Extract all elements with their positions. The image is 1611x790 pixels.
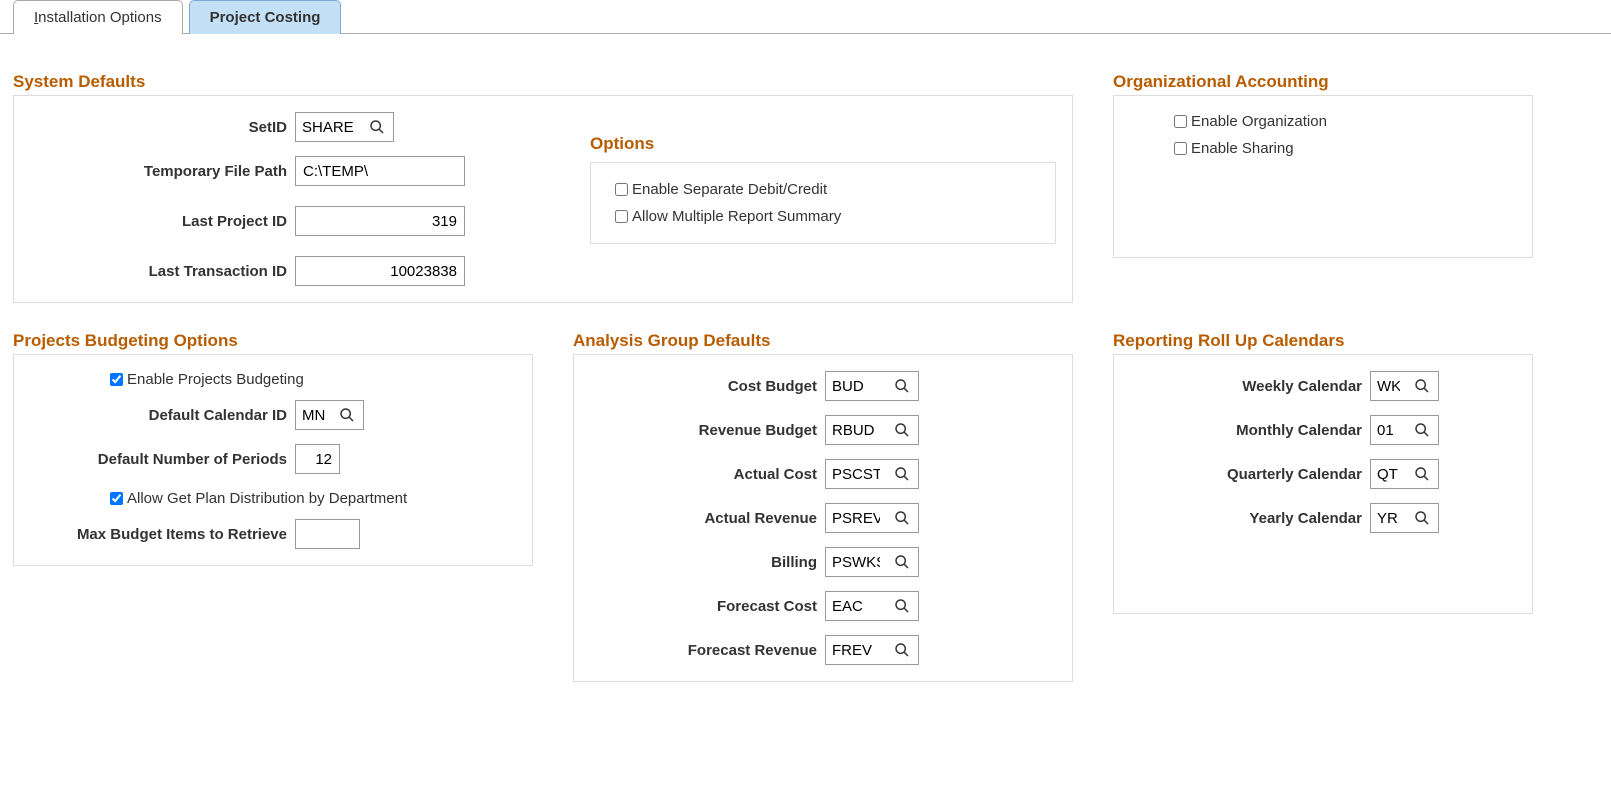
actual-revenue-lookup bbox=[825, 503, 919, 533]
actual-revenue-value[interactable] bbox=[826, 504, 886, 532]
label-set-id: SetID bbox=[30, 119, 295, 136]
section-title-budgeting: Projects Budgeting Options bbox=[13, 331, 533, 351]
tab-label: Project Costing bbox=[210, 9, 321, 26]
enable-separate-debit-credit-label: Enable Separate Debit/Credit bbox=[632, 181, 827, 198]
label-yearly-calendar: Yearly Calendar bbox=[1130, 510, 1370, 527]
search-icon[interactable] bbox=[886, 554, 918, 570]
forecast-cost-value[interactable] bbox=[826, 592, 886, 620]
enable-projects-budgeting-checkbox[interactable] bbox=[110, 373, 123, 386]
label-max-budget-items: Max Budget Items to Retrieve bbox=[30, 526, 295, 543]
quarterly-calendar-lookup bbox=[1370, 459, 1439, 489]
set-id-value[interactable] bbox=[296, 113, 361, 141]
search-icon[interactable] bbox=[1406, 466, 1438, 482]
default-calendar-id-lookup bbox=[295, 400, 364, 430]
tab-label-rest: nstallation Options bbox=[38, 9, 161, 26]
label-monthly-calendar: Monthly Calendar bbox=[1130, 422, 1370, 439]
search-icon[interactable] bbox=[1406, 510, 1438, 526]
default-calendar-id-value[interactable] bbox=[296, 401, 331, 429]
forecast-revenue-lookup bbox=[825, 635, 919, 665]
set-id-lookup bbox=[295, 112, 394, 142]
label-last-project-id: Last Project ID bbox=[30, 213, 295, 230]
label-forecast-cost: Forecast Cost bbox=[590, 598, 825, 615]
search-icon[interactable] bbox=[886, 466, 918, 482]
label-default-calendar-id: Default Calendar ID bbox=[30, 407, 295, 424]
label-default-periods: Default Number of Periods bbox=[30, 451, 295, 468]
search-icon[interactable] bbox=[886, 510, 918, 526]
yearly-calendar-value[interactable] bbox=[1371, 504, 1406, 532]
tab-installation-options[interactable]: Installation Options bbox=[13, 0, 183, 34]
section-title-analysis: Analysis Group Defaults bbox=[573, 331, 1073, 351]
billing-lookup bbox=[825, 547, 919, 577]
revenue-budget-lookup bbox=[825, 415, 919, 445]
forecast-cost-lookup bbox=[825, 591, 919, 621]
allow-multiple-report-summary-checkbox[interactable] bbox=[615, 210, 628, 223]
label-cost-budget: Cost Budget bbox=[590, 378, 825, 395]
yearly-calendar-lookup bbox=[1370, 503, 1439, 533]
temp-file-path-input[interactable] bbox=[295, 156, 465, 186]
section-title-org-accounting: Organizational Accounting bbox=[1113, 72, 1533, 92]
enable-organization-label: Enable Organization bbox=[1191, 113, 1327, 130]
label-forecast-revenue: Forecast Revenue bbox=[590, 642, 825, 659]
search-icon[interactable] bbox=[886, 422, 918, 438]
page-content: System Defaults SetID Tempora bbox=[0, 34, 1611, 712]
tab-project-costing[interactable]: Project Costing bbox=[189, 0, 342, 34]
label-revenue-budget: Revenue Budget bbox=[590, 422, 825, 439]
enable-separate-debit-credit-checkbox[interactable] bbox=[615, 183, 628, 196]
enable-projects-budgeting-label: Enable Projects Budgeting bbox=[127, 371, 304, 388]
section-title-system-defaults: System Defaults bbox=[13, 72, 1073, 92]
max-budget-items-input[interactable] bbox=[295, 519, 360, 549]
label-actual-revenue: Actual Revenue bbox=[590, 510, 825, 527]
revenue-budget-value[interactable] bbox=[826, 416, 886, 444]
last-transaction-id-input[interactable] bbox=[295, 256, 465, 286]
forecast-revenue-value[interactable] bbox=[826, 636, 886, 664]
actual-cost-value[interactable] bbox=[826, 460, 886, 488]
label-weekly-calendar: Weekly Calendar bbox=[1130, 378, 1370, 395]
search-icon[interactable] bbox=[886, 642, 918, 658]
inner-title-options: Options bbox=[590, 134, 1056, 154]
search-icon[interactable] bbox=[886, 378, 918, 394]
search-icon[interactable] bbox=[361, 119, 393, 135]
enable-sharing-checkbox[interactable] bbox=[1174, 142, 1187, 155]
tab-bar: Installation Options Project Costing bbox=[0, 0, 1611, 34]
search-icon[interactable] bbox=[886, 598, 918, 614]
search-icon[interactable] bbox=[1406, 422, 1438, 438]
weekly-calendar-value[interactable] bbox=[1371, 372, 1406, 400]
last-project-id-input[interactable] bbox=[295, 206, 465, 236]
label-temp-file-path: Temporary File Path bbox=[30, 163, 295, 180]
quarterly-calendar-value[interactable] bbox=[1371, 460, 1406, 488]
label-last-transaction-id: Last Transaction ID bbox=[30, 263, 295, 280]
actual-cost-lookup bbox=[825, 459, 919, 489]
default-periods-input[interactable] bbox=[295, 444, 340, 474]
enable-organization-checkbox[interactable] bbox=[1174, 115, 1187, 128]
weekly-calendar-lookup bbox=[1370, 371, 1439, 401]
cost-budget-value[interactable] bbox=[826, 372, 886, 400]
label-quarterly-calendar: Quarterly Calendar bbox=[1130, 466, 1370, 483]
search-icon[interactable] bbox=[1406, 378, 1438, 394]
allow-multiple-report-summary-label: Allow Multiple Report Summary bbox=[632, 208, 841, 225]
monthly-calendar-lookup bbox=[1370, 415, 1439, 445]
search-icon[interactable] bbox=[331, 407, 363, 423]
monthly-calendar-value[interactable] bbox=[1371, 416, 1406, 444]
label-billing: Billing bbox=[590, 554, 825, 571]
enable-sharing-label: Enable Sharing bbox=[1191, 140, 1294, 157]
allow-get-plan-distribution-label: Allow Get Plan Distribution by Departmen… bbox=[127, 490, 407, 507]
section-title-reporting: Reporting Roll Up Calendars bbox=[1113, 331, 1533, 351]
allow-get-plan-distribution-checkbox[interactable] bbox=[110, 492, 123, 505]
label-actual-cost: Actual Cost bbox=[590, 466, 825, 483]
billing-value[interactable] bbox=[826, 548, 886, 576]
cost-budget-lookup bbox=[825, 371, 919, 401]
